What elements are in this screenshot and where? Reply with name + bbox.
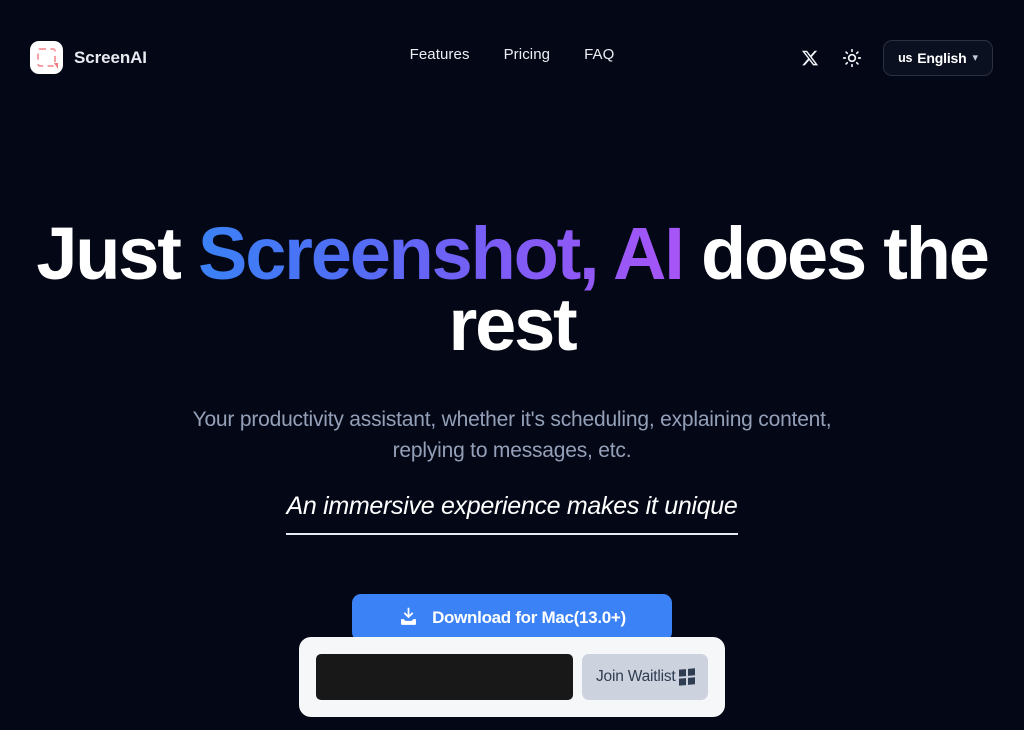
language-code: us [898,51,913,65]
main-nav: Features Pricing FAQ [410,46,615,63]
nav-item-features[interactable]: Features [410,46,470,63]
language-selector[interactable]: us English ▾ [883,40,993,76]
screenshot-marquee-icon [30,41,63,74]
headline-part-gradient: Screenshot, AI [198,212,685,295]
hero-tagline-row: An immersive experience makes it unique [0,492,1024,535]
hero-subtitle: Your productivity assistant, whether it'… [192,408,832,462]
x-twitter-icon[interactable] [799,47,821,69]
site-header: ScreenAI Features Pricing FAQ us English… [0,0,1024,114]
waitlist-email-input[interactable] [316,654,573,700]
brand-logo-link[interactable]: ScreenAI [30,41,147,74]
nav-item-faq[interactable]: FAQ [584,46,614,63]
download-row: Download for Mac(13.0+) [0,594,1024,641]
language-label: English [917,50,967,66]
page-title: Just Screenshot, AI does the rest [0,217,1024,362]
hero-tagline: An immersive experience makes it unique [286,492,738,535]
sun-icon[interactable] [841,47,863,69]
join-waitlist-button[interactable]: Join Waitlist [581,654,708,700]
join-waitlist-label: Join Waitlist [595,668,676,685]
nav-item-pricing[interactable]: Pricing [504,46,551,63]
windows-icon [678,668,694,686]
hero-section: Just Screenshot, AI does the rest Your p… [0,114,1024,641]
download-icon [398,606,419,630]
header-actions: us English ▾ [799,40,993,76]
headline-part-start: Just [36,212,199,295]
brand-name: ScreenAI [74,47,147,67]
chevron-down-icon: ▾ [972,51,978,64]
download-for-mac-button[interactable]: Download for Mac(13.0+) [352,594,672,641]
waitlist-card: Join Waitlist [299,637,725,717]
download-button-label: Download for Mac(13.0+) [432,607,626,627]
